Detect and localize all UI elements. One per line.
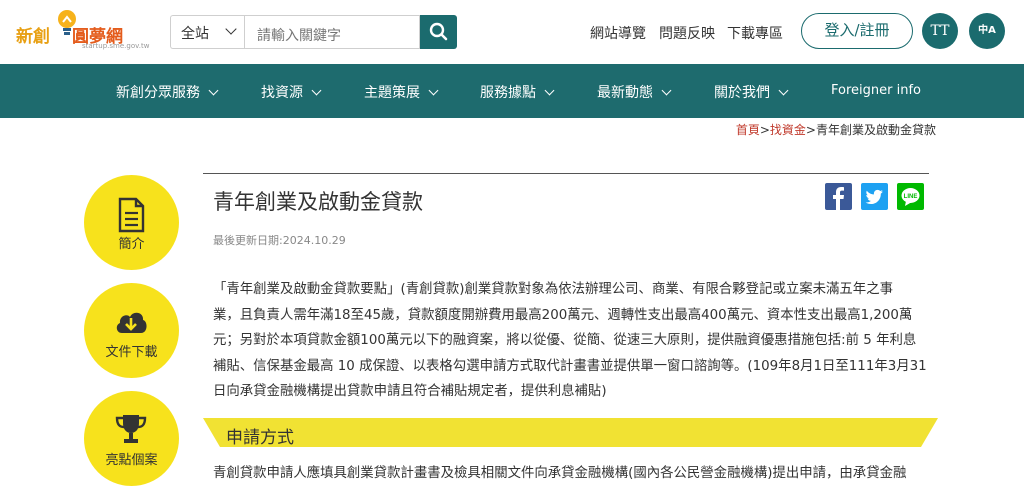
facebook-icon: [833, 187, 844, 210]
feedback-link[interactable]: 問題反映: [659, 23, 715, 43]
search-button[interactable]: [420, 15, 457, 49]
search-scope-value: 全站: [181, 26, 209, 42]
breadcrumb-current: 青年創業及啟動金貸款: [815, 123, 936, 137]
nav-item-about-us[interactable]: 關於我們: [714, 82, 789, 102]
sidebar-item-intro[interactable]: 簡介: [84, 175, 179, 270]
sidebar-item-label: 文件下載: [105, 345, 158, 360]
chevron-down-icon: [778, 85, 789, 96]
sidebar-item-label: 簡介: [118, 237, 145, 252]
main-nav: 新創分眾服務 找資源 主題策展 服務據點 最新動態 關於我們 Foreigner…: [0, 64, 1024, 118]
breadcrumb-parent-link[interactable]: 找資金: [770, 123, 806, 137]
nav-item-find-resources[interactable]: 找資源: [261, 82, 322, 102]
title-divider: [203, 173, 929, 174]
login-register-button[interactable]: 登入/註冊: [801, 13, 913, 49]
chevron-down-icon: [544, 85, 555, 96]
page-title: 青年創業及啟動金貸款: [213, 190, 423, 214]
translate-icon: 中A: [978, 25, 996, 36]
twitter-icon: [865, 189, 883, 204]
logo-subtitle: startup.sme.gov.tw: [82, 42, 150, 50]
breadcrumb: 首頁>找資金>青年創業及啟動金貸款: [735, 123, 936, 137]
chevron-down-icon: [225, 23, 237, 35]
line-share-button[interactable]: LINE: [897, 183, 924, 210]
sidebar-item-downloads[interactable]: 文件下載: [84, 283, 179, 378]
search-scope-select[interactable]: 全站: [170, 15, 244, 49]
search-icon: [429, 22, 448, 41]
chevron-down-icon: [428, 85, 439, 96]
section-title-apply: 申請方式: [226, 428, 294, 448]
font-size-button[interactable]: TT: [922, 13, 958, 49]
facebook-share-button[interactable]: [825, 183, 852, 210]
chevron-down-icon: [208, 85, 219, 96]
twitter-share-button[interactable]: [861, 183, 888, 210]
chevron-down-icon: [311, 85, 322, 96]
cloud-download-icon: [116, 312, 147, 333]
nav-item-startup-services[interactable]: 新創分眾服務: [116, 82, 219, 102]
font-size-icon: TT: [930, 23, 950, 39]
section-text: 青創貸款申請人應填具創業貸款計畫書及檢具相關文件向承貸金融機構(國內各公民營金融…: [213, 466, 907, 481]
search-input[interactable]: [244, 15, 420, 49]
site-header: 新創圓夢網 startup.sme.gov.tw 全站 網站導覽 問題反映 下載…: [0, 0, 1024, 64]
section-header-band: [203, 418, 938, 447]
language-button[interactable]: 中A: [969, 13, 1005, 49]
sidebar-item-highlight-cases[interactable]: 亮點個案: [84, 391, 179, 486]
nav-item-service-locations[interactable]: 服務據點: [480, 82, 555, 102]
download-area-link[interactable]: 下載專區: [727, 23, 783, 43]
sidebar-item-label: 亮點個案: [105, 453, 158, 468]
site-logo[interactable]: 新創 圓夢網 startup.sme.gov.tw: [16, 8, 150, 54]
nav-item-exhibitions[interactable]: 主題策展: [364, 82, 439, 102]
lightbulb-icon: [58, 10, 76, 35]
breadcrumb-home-link[interactable]: 首頁: [736, 123, 760, 137]
svg-text:LINE: LINE: [904, 194, 918, 200]
line-icon: LINE: [901, 188, 920, 206]
nav-item-foreigner-info[interactable]: Foreigner info: [831, 83, 921, 98]
nav-item-latest-news[interactable]: 最新動態: [597, 82, 672, 102]
trophy-icon: [115, 415, 147, 443]
document-icon: [118, 197, 145, 233]
sitemap-link[interactable]: 網站導覽: [590, 23, 646, 43]
article-paragraph: 「青年創業及啟動金貸款要點」(青創貸款)創業貸款對象為依法辦理公司、商業、有限合…: [213, 282, 927, 400]
last-updated-date: 最後更新日期:2024.10.29: [213, 234, 346, 247]
chevron-down-icon: [661, 85, 672, 96]
logo-text-a: 新創: [16, 27, 50, 47]
